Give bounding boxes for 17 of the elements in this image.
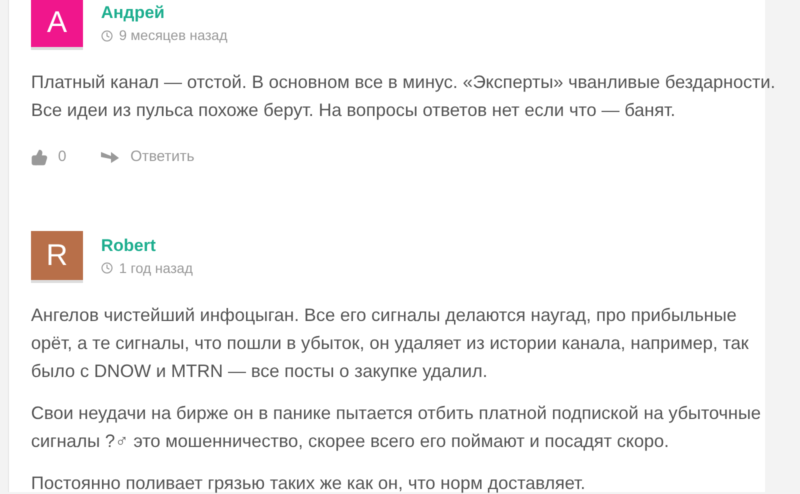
like-count: 0 [58, 147, 66, 167]
clock-icon [101, 262, 113, 274]
reply-arrow-icon [100, 150, 120, 164]
avatar: R [31, 230, 83, 282]
comment-text: Свои неудачи на бирже он в панике пытается отбить платной подпиской на убыточные сигналы ?♂ это мошенничество, скорее всего его поймают и посадят скоро. [31, 402, 761, 453]
comment-text: Ангелов чистейший инфоцыган. Все его сигналы делаются наугад, про прибыльные орёт, а те сигналы, что пошли в убыток, он удаляет из истории канала, например, так было с DNOW и MTRN — все посты о закупке удалил. [31, 304, 749, 383]
thumbs-up-icon [31, 148, 48, 166]
like-button[interactable]: 0 [31, 146, 66, 168]
comment-time: 9 месяцев назад [119, 26, 228, 45]
clock-icon [101, 30, 113, 42]
avatar: A [31, 0, 83, 50]
author-name[interactable]: Андрей [101, 2, 228, 24]
comment-time: 1 год назад [119, 258, 193, 278]
author-name[interactable]: Robert [101, 234, 193, 256]
reply-button[interactable]: Ответить [100, 146, 194, 168]
comment-text: Платный канал — отстой. В основном все в минус. «Эксперты» чванливые бездарности. Все идеи из пульса похоже берут. На вопросы ответов нет если что — банят. [31, 71, 776, 122]
comment-text: Постоянно поливает грязью таких же как он, что норм доставляет. [31, 472, 586, 494]
